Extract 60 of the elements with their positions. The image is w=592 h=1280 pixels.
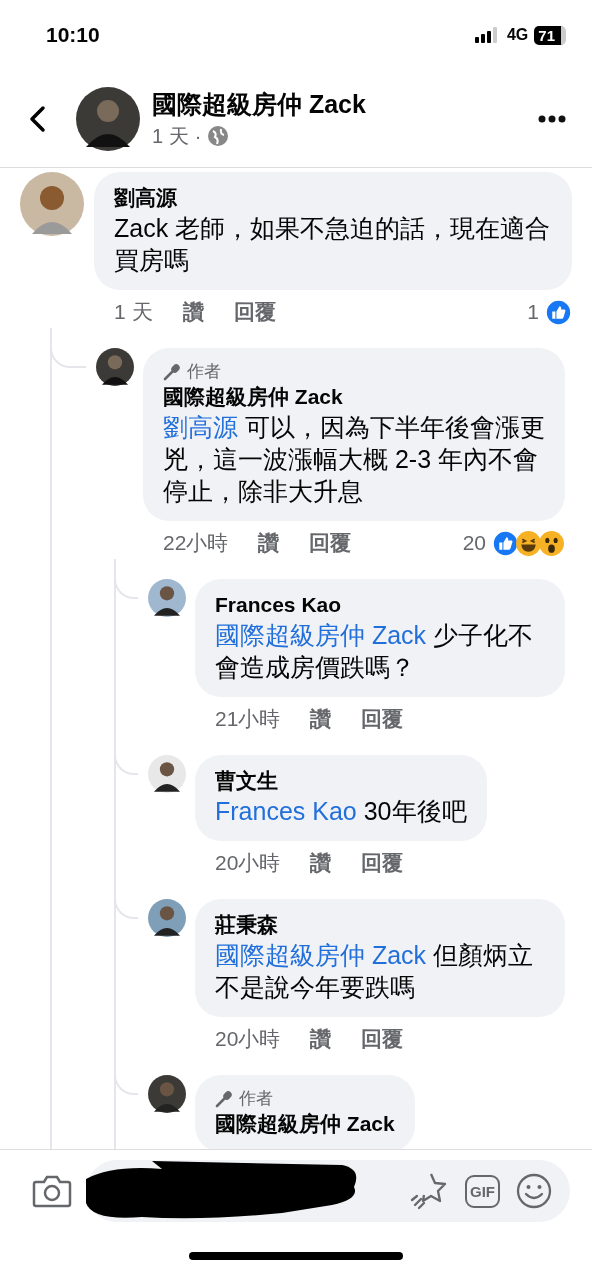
comment-input-field[interactable]: GIF xyxy=(86,1160,570,1222)
surprised-reaction-icon xyxy=(538,529,565,557)
reaction-count[interactable]: 20 xyxy=(462,531,486,555)
like-link[interactable]: 讚 xyxy=(310,1025,332,1053)
microphone-icon xyxy=(163,362,181,381)
mention-link[interactable]: 劉高源 xyxy=(163,413,238,441)
like-link[interactable]: 讚 xyxy=(310,705,332,733)
author-label: 作者 xyxy=(239,1088,273,1110)
like-link[interactable]: 讚 xyxy=(182,298,204,326)
comment-time: 20小時 xyxy=(215,1026,281,1052)
reply-link[interactable]: 回覆 xyxy=(361,705,404,733)
post-time: 1 天 xyxy=(152,123,189,149)
comment-time: 1 天 xyxy=(114,299,153,325)
network-label: 4G xyxy=(506,26,529,44)
avatar-icon[interactable] xyxy=(96,348,134,386)
page-title[interactable]: 國際超級房仲 Zack xyxy=(152,87,538,121)
like-reaction-icon xyxy=(545,298,572,326)
avatar-icon[interactable] xyxy=(148,755,186,793)
microphone-icon xyxy=(215,1089,233,1108)
avatar-icon[interactable] xyxy=(76,86,140,151)
comment-author[interactable]: 曹文生 xyxy=(215,767,278,795)
comment-time: 22小時 xyxy=(163,530,229,556)
sticker-icon[interactable] xyxy=(409,1171,449,1211)
reply-link[interactable]: 回覆 xyxy=(361,1025,404,1053)
like-link[interactable]: 讚 xyxy=(258,529,280,557)
back-icon[interactable] xyxy=(28,104,46,133)
comment-author[interactable]: 國際超級房仲 Zack xyxy=(163,383,343,411)
emoji-icon[interactable] xyxy=(516,1173,552,1209)
separator-dot: · xyxy=(194,124,202,148)
mention-link[interactable]: 國際超級房仲 Zack xyxy=(215,621,427,649)
like-reaction-icon xyxy=(492,529,519,557)
comment-text: 劉高源 可以，因為下半年後會漲更兇，這一波漲幅大概 2-3 年內不會停止，除非大升息 xyxy=(163,412,545,507)
comment-time: 21小時 xyxy=(215,706,281,732)
author-label: 作者 xyxy=(187,361,221,383)
laughing-reaction-icon xyxy=(515,529,542,557)
reply-link[interactable]: 回覆 xyxy=(233,298,276,326)
avatar-icon[interactable] xyxy=(148,899,186,937)
globe-icon xyxy=(207,125,230,147)
reply-link[interactable]: 回覆 xyxy=(309,529,352,557)
more-icon[interactable] xyxy=(538,114,566,123)
mention-link[interactable]: Frances Kao xyxy=(215,797,357,825)
avatar-icon[interactable] xyxy=(148,579,186,617)
reply-link[interactable]: 回覆 xyxy=(361,849,404,877)
comment-text: 國際超級房仲 Zack 少子化不會造成房價跌嗎？ xyxy=(215,620,535,683)
avatar-icon[interactable] xyxy=(148,1075,186,1113)
battery-level: 71 xyxy=(534,25,566,45)
status-time: 10:10 xyxy=(46,23,100,47)
comment-author[interactable]: 劉高源 xyxy=(114,184,177,212)
comment-author[interactable]: Frances Kao xyxy=(215,591,342,619)
reaction-count[interactable]: 1 xyxy=(527,300,539,324)
comment-text: Frances Kao 30年後吧 xyxy=(215,796,467,827)
comment-time: 20小時 xyxy=(215,850,281,876)
gif-button[interactable]: GIF xyxy=(465,1174,500,1208)
mention-link[interactable]: 國際超級房仲 Zack xyxy=(215,941,427,969)
like-link[interactable]: 讚 xyxy=(310,849,332,877)
comment-author[interactable]: 國際超級房仲 Zack xyxy=(215,1110,395,1138)
comment-author[interactable]: 莊秉森 xyxy=(215,911,278,939)
camera-icon[interactable] xyxy=(32,1174,72,1208)
comment-text: Zack 老師，如果不急迫的話，現在適合買房嗎 xyxy=(114,213,552,276)
comment-text: 國際超級房仲 Zack 但顏炳立不是說今年要跌嗎 xyxy=(215,940,535,1003)
